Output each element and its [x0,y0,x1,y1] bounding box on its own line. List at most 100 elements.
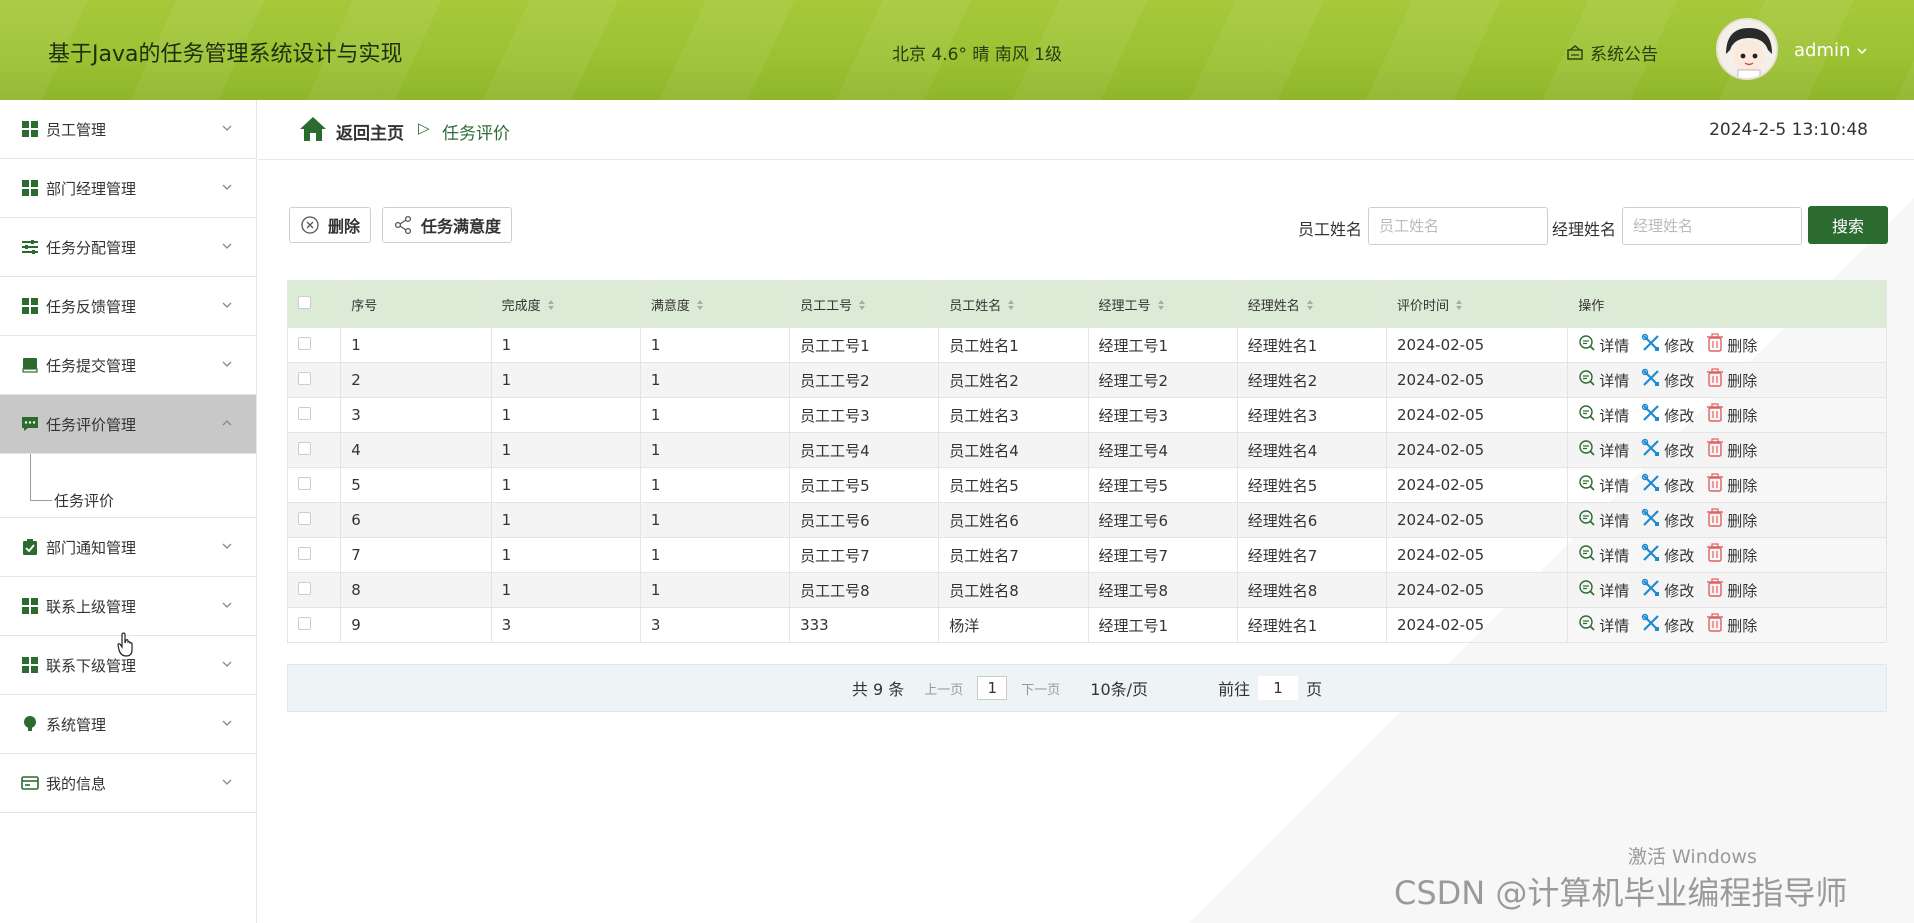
row-delete-button[interactable]: 删除 [1706,438,1757,462]
sort-icon[interactable] [696,299,704,314]
row-delete-button[interactable]: 删除 [1706,543,1757,567]
sort-icon[interactable] [858,299,866,314]
submenu-item-task-evaluation[interactable]: 任务评价 [54,490,114,511]
sidebar-item-1[interactable]: 员工管理 [0,100,256,159]
sidebar-item-11[interactable]: 我的信息 [0,754,256,813]
trash-icon [1706,368,1724,392]
column-header[interactable]: 经理姓名 [1236,280,1388,328]
sidebar-item-10[interactable]: 系统管理 [0,695,256,754]
column-header-label: 完成度 [501,298,541,314]
current-page[interactable]: 1 [977,676,1008,700]
sidebar-item-4[interactable]: 任务反馈管理 [0,277,256,336]
sort-icon[interactable] [1306,299,1314,314]
edit-button[interactable]: 修改 [1641,368,1694,392]
row-select-cell[interactable] [286,572,342,608]
delete-button[interactable]: 删除 [289,207,372,243]
sort-icon[interactable] [547,299,555,314]
row-select-cell[interactable] [286,432,342,468]
detail-button[interactable]: 详情 [1578,334,1629,356]
chevron-down-icon [220,121,234,135]
row-select-cell[interactable] [286,362,342,398]
row-checkbox[interactable] [298,617,311,630]
edit-button[interactable]: 修改 [1641,543,1694,567]
row-delete-button[interactable]: 删除 [1706,368,1757,392]
detail-button[interactable]: 详情 [1578,509,1629,531]
next-page-button[interactable]: 下一页 [1021,679,1060,698]
row-checkbox[interactable] [298,337,311,350]
table-row: 8 1 1 员工工号8 员工姓名8 经理工号8 经理姓名8 2024-02-05 详情 修改 删除 [286,572,1887,608]
row-delete-button[interactable]: 删除 [1706,333,1757,357]
sidebar-item-7[interactable]: 部门通知管理 [0,518,256,577]
column-header[interactable]: 评价时间 [1385,280,1569,328]
edit-button[interactable]: 修改 [1641,333,1694,357]
row-delete-label: 删除 [1727,616,1758,635]
row-checkbox[interactable] [298,407,311,420]
row-delete-button[interactable]: 删除 [1706,578,1757,602]
edit-button[interactable]: 修改 [1641,403,1694,427]
row-checkbox[interactable] [298,582,311,595]
row-select-cell[interactable] [286,397,342,433]
row-select-cell[interactable] [286,607,342,643]
row-checkbox[interactable] [298,372,311,385]
detail-button[interactable]: 详情 [1578,474,1629,496]
detail-button[interactable]: 详情 [1578,544,1629,566]
prev-page-button[interactable]: 上一页 [924,679,963,698]
row-delete-button[interactable]: 删除 [1706,508,1757,532]
row-checkbox[interactable] [298,442,311,455]
edit-button[interactable]: 修改 [1641,473,1694,497]
row-select-cell[interactable] [286,327,342,363]
row-delete-label: 删除 [1727,406,1758,425]
row-delete-button[interactable]: 删除 [1706,403,1757,427]
row-checkbox[interactable] [298,547,311,560]
sort-icon[interactable] [1157,299,1165,314]
breadcrumb-home[interactable]: 返回主页 [336,119,404,144]
detail-button[interactable]: 详情 [1578,579,1629,601]
detail-button[interactable]: 详情 [1578,404,1629,426]
chevron-down-icon [220,716,234,730]
sidebar-item-label: 员工管理 [46,120,107,139]
row-delete-button[interactable]: 删除 [1706,473,1757,497]
sort-icon[interactable] [1455,299,1463,314]
detail-button[interactable]: 详情 [1578,614,1629,636]
goto-page-input[interactable]: 1 [1258,676,1299,700]
system-notice-link[interactable]: 系统公告 [1566,40,1658,65]
sidebar-item-6[interactable]: 任务评价管理 [0,395,256,454]
sidebar-item-8[interactable]: 联系上级管理 [0,577,256,636]
table-cell: 经理姓名5 [1236,467,1388,503]
table-cell: 经理工号4 [1087,432,1238,468]
row-select-cell[interactable] [286,467,342,503]
table-cell: 2024-02-05 [1385,362,1569,398]
column-header[interactable]: 完成度 [490,280,641,328]
chevron-down-icon [220,298,234,312]
detail-button[interactable]: 详情 [1578,369,1629,391]
satisfaction-button[interactable]: 任务满意度 [382,207,513,243]
select-all-checkbox[interactable] [298,295,311,309]
row-select-cell[interactable] [286,502,342,538]
avatar[interactable] [1716,18,1778,80]
employee-name-input[interactable] [1368,207,1548,245]
row-checkbox[interactable] [298,512,311,525]
header-select-all[interactable] [286,280,342,328]
edit-button[interactable]: 修改 [1641,438,1694,462]
page-size-select[interactable]: 10条/页 [1090,676,1148,700]
search-button[interactable]: 搜索 [1808,206,1888,244]
sidebar-item-5[interactable]: 任务提交管理 [0,336,256,395]
manager-name-input[interactable] [1622,207,1802,245]
column-header[interactable]: 员工工号 [789,280,940,328]
clipboard-icon [20,537,40,557]
column-header[interactable]: 员工姓名 [938,280,1089,328]
column-header[interactable]: 经理工号 [1087,280,1238,328]
sort-icon[interactable] [1007,299,1015,314]
edit-button[interactable]: 修改 [1641,613,1694,637]
row-select-cell[interactable] [286,537,342,573]
home-icon[interactable] [298,115,328,143]
edit-button[interactable]: 修改 [1641,578,1694,602]
row-checkbox[interactable] [298,477,311,490]
column-header[interactable]: 满意度 [639,280,791,328]
sidebar-item-2[interactable]: 部门经理管理 [0,159,256,218]
row-delete-button[interactable]: 删除 [1706,613,1757,637]
edit-button[interactable]: 修改 [1641,508,1694,532]
user-menu[interactable]: admin [1794,40,1868,61]
sidebar-item-3[interactable]: 任务分配管理 [0,218,256,277]
detail-button[interactable]: 详情 [1578,439,1629,461]
